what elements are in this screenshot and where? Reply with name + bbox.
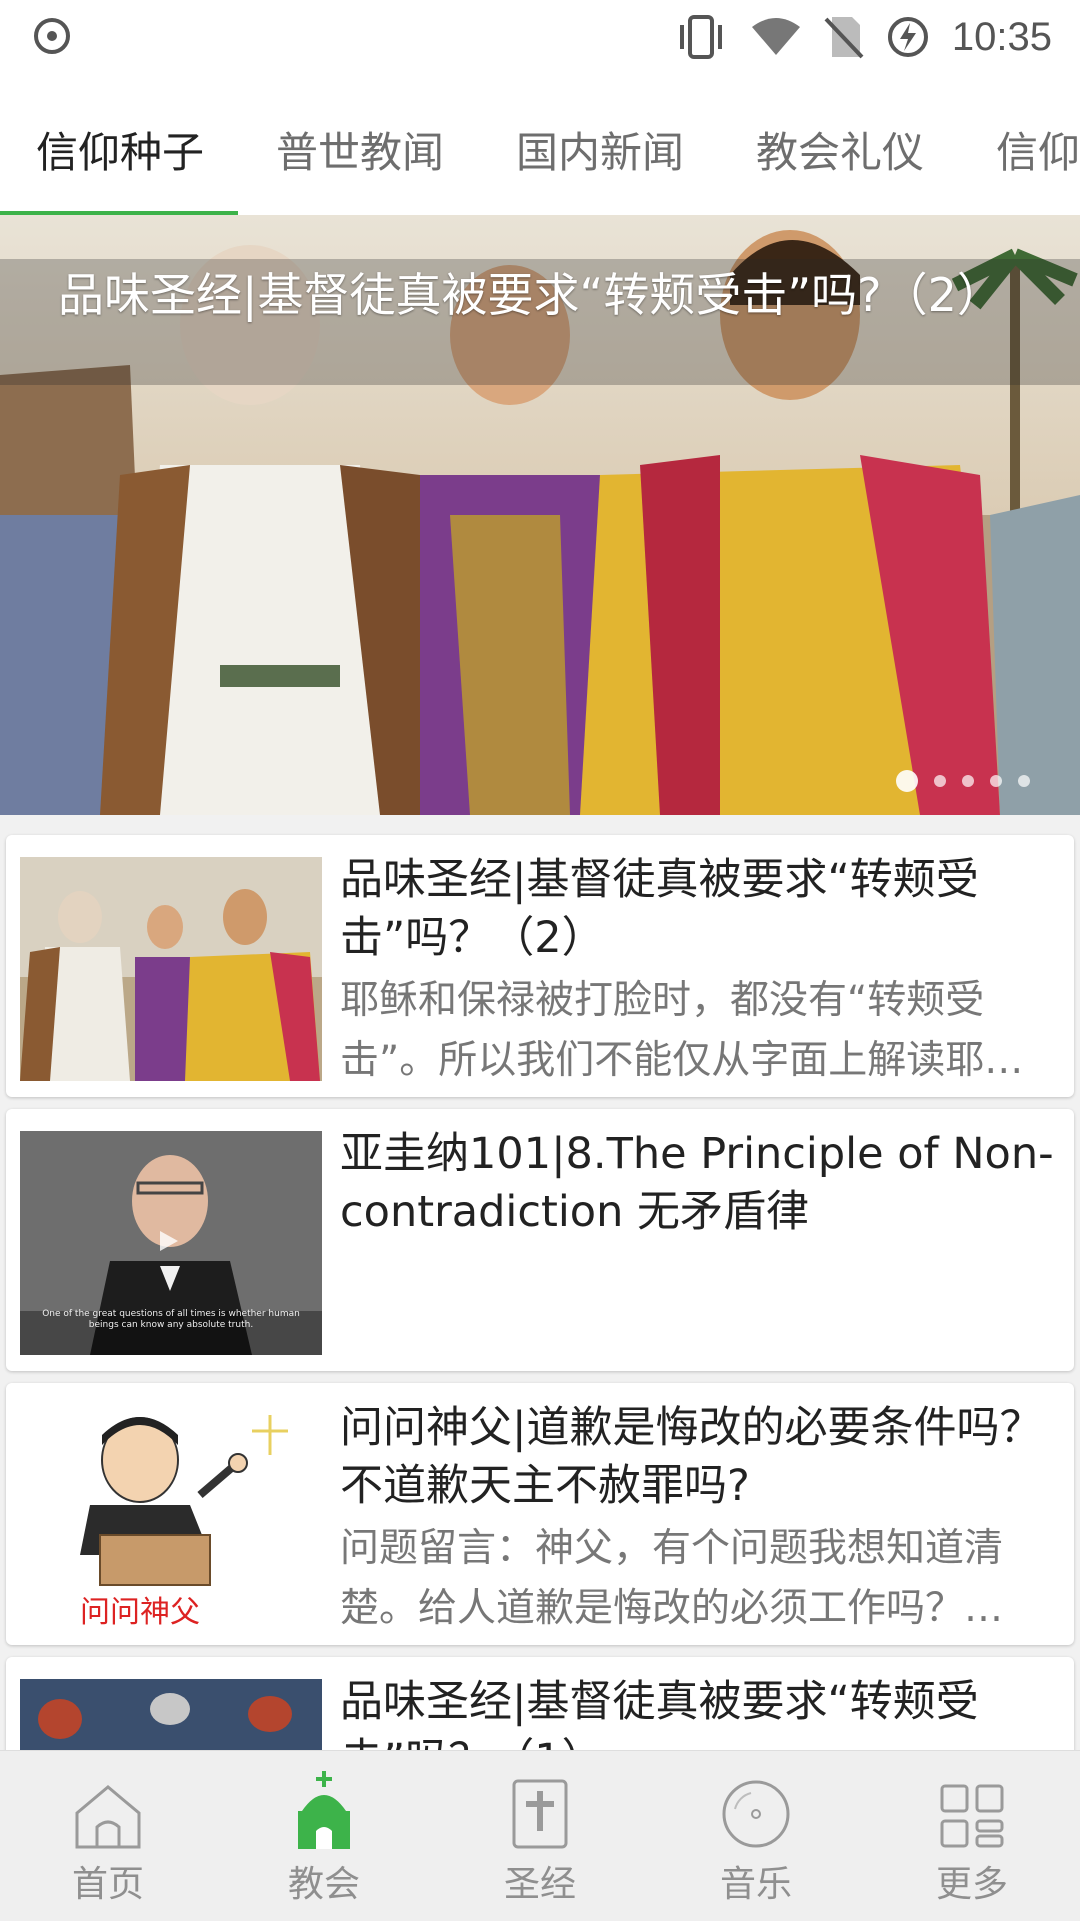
status-bar: 10:35 — [0, 0, 1080, 75]
grid-icon — [902, 1771, 1042, 1849]
tab-faith-seeds[interactable]: 信仰种子 — [36, 119, 204, 180]
nav-home[interactable]: 首页 — [38, 1771, 178, 1907]
article-title: 亚圭纳101|8.The Principle of Non-contradict… — [340, 1129, 1054, 1237]
article-card[interactable]: 品味圣经|基督徒真被要求“转颊受击”吗？（2） 耶稣和保禄被打脸时，都没有“转颊… — [6, 835, 1074, 1097]
vibrate-icon — [674, 15, 728, 59]
church-icon — [254, 1771, 394, 1849]
nav-bible-label: 圣经 — [503, 1864, 576, 1905]
tab-liturgy[interactable]: 教会礼仪 — [756, 119, 924, 180]
article-thumbnail: One of the great questions of all times … — [20, 1131, 322, 1355]
tab-domestic-news[interactable]: 国内新闻 — [516, 119, 684, 180]
article-card[interactable]: One of the great questions of all times … — [6, 1109, 1074, 1371]
tab-world-news[interactable]: 普世教闻 — [276, 119, 444, 180]
record-icon — [34, 18, 70, 54]
bottom-navigation: 首页 教会 圣经 音乐 更多 — [0, 1750, 1080, 1921]
nav-bible[interactable]: 圣经 — [470, 1771, 610, 1907]
tab-faith[interactable]: 信仰 — [996, 119, 1080, 180]
featured-banner[interactable]: 品味圣经|基督徒真被要求“转颊受击”吗?（2） — [0, 215, 1080, 815]
music-disc-icon — [686, 1771, 826, 1849]
article-thumbnail — [20, 857, 322, 1081]
article-title: 品味圣经|基督徒真被要求“转颊受击”吗？（2） — [340, 855, 979, 963]
carousel-dot — [934, 775, 946, 787]
article-thumbnail: 问问神父 — [20, 1405, 322, 1629]
article-title: 问问神父|道歉是悔改的必要条件吗？不道歉天主不赦罪吗? — [340, 1403, 1043, 1511]
nav-music[interactable]: 音乐 — [686, 1771, 826, 1907]
no-sim-icon — [824, 15, 864, 59]
nav-church-label: 教会 — [287, 1864, 360, 1905]
nav-more-label: 更多 — [935, 1864, 1008, 1905]
home-icon — [38, 1771, 178, 1849]
status-icons: 10:35 — [674, 12, 1052, 62]
bible-icon — [470, 1771, 610, 1849]
thumbnail-caption: One of the great questions of all times … — [42, 1309, 300, 1330]
nav-more[interactable]: 更多 — [902, 1771, 1042, 1907]
article-summary: 耶稣和保禄被打脸时，都没有“转颊受击”。所以我们不能仅从字面上解读耶… — [340, 978, 1024, 1083]
carousel-dot — [896, 770, 918, 792]
carousel-indicator — [896, 770, 1030, 792]
nav-music-label: 音乐 — [719, 1864, 792, 1905]
battery-charging-icon — [886, 15, 930, 59]
carousel-dot — [962, 775, 974, 787]
article-summary: 问题留言：神父，有个问题我想知道清楚。给人道歉是悔改的必须工作吗？… — [340, 1526, 1004, 1631]
nav-home-label: 首页 — [71, 1864, 144, 1905]
banner-title: 品味圣经|基督徒真被要求“转颊受击”吗?（2） — [58, 268, 1003, 322]
clock: 10:35 — [951, 14, 1052, 59]
category-tabs: 信仰种子 普世教闻 国内新闻 教会礼仪 信仰 — [0, 75, 1080, 215]
carousel-dot — [990, 775, 1002, 787]
wifi-icon — [750, 17, 802, 57]
nav-church[interactable]: 教会 — [254, 1771, 394, 1907]
carousel-dot — [1018, 775, 1030, 787]
thumbnail-caption: 问问神父 — [80, 1595, 200, 1629]
article-card[interactable]: 问问神父 问问神父|道歉是悔改的必要条件吗？不道歉天主不赦罪吗? 问题留言：神父… — [6, 1383, 1074, 1645]
